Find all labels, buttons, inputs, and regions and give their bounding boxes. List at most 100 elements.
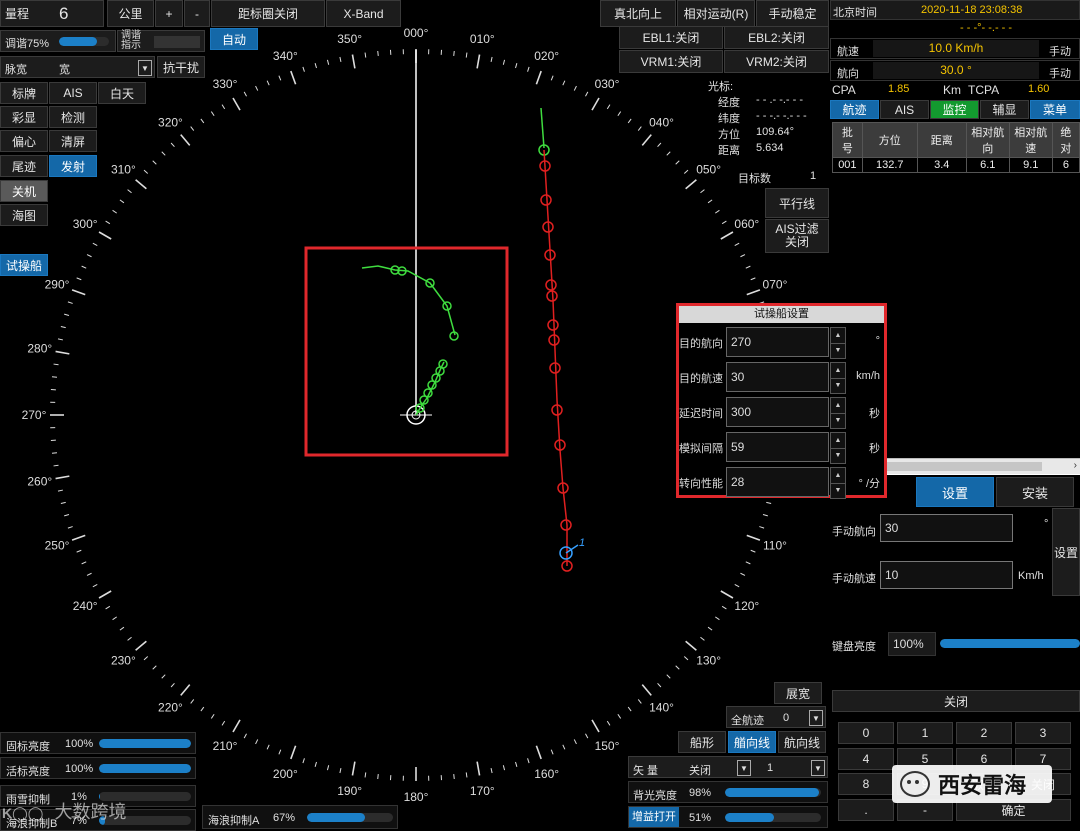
- chevron-up-icon[interactable]: ▲: [831, 328, 845, 344]
- sea-suppress-a-control[interactable]: 海浪抑制A 67%: [202, 805, 398, 829]
- active-brightness-control[interactable]: 活标亮度 100%: [0, 757, 196, 779]
- chevron-down-icon[interactable]: ▼: [831, 449, 845, 464]
- detect-button[interactable]: 检测: [49, 106, 97, 128]
- parallel-line-button[interactable]: 平行线: [765, 188, 829, 218]
- set-manual-button[interactable]: 设置: [1052, 508, 1080, 596]
- gain-control[interactable]: 增益打开 51%: [628, 806, 828, 828]
- chevron-right-icon[interactable]: ›: [1074, 460, 1077, 471]
- delay-time-spinner[interactable]: ▲ ▼: [830, 397, 846, 429]
- band-button[interactable]: X-Band: [326, 0, 401, 27]
- vector-select[interactable]: 矢 量 关闭 ▼ 1 ▼: [628, 756, 828, 778]
- fixed-brightness-control[interactable]: 固标亮度 100%: [0, 732, 196, 754]
- chevron-down-icon[interactable]: ▼: [811, 760, 825, 776]
- dialog-row-delay-time: 延迟时间 300 ▲ ▼ 秒: [679, 396, 884, 429]
- key-0[interactable]: 0: [838, 722, 894, 744]
- target-speed-spinner[interactable]: ▲ ▼: [830, 362, 846, 394]
- unit-button[interactable]: 公里: [107, 0, 154, 27]
- key-8[interactable]: 8: [838, 773, 894, 795]
- delay-time-input[interactable]: 300: [726, 397, 829, 427]
- anti-clutter-button[interactable]: 抗干扰: [157, 56, 205, 78]
- ais-filter-button[interactable]: AIS过滤 关闭: [765, 219, 829, 253]
- keyboard-brightness-bar[interactable]: [940, 639, 1080, 648]
- gain-button[interactable]: 增益打开: [629, 807, 679, 827]
- transmit-button[interactable]: 发射: [49, 155, 97, 177]
- chevron-down-icon[interactable]: ▼: [737, 760, 751, 776]
- chevron-up-icon[interactable]: ▲: [831, 433, 845, 449]
- chevron-down-icon[interactable]: ▼: [831, 379, 845, 394]
- turn-rate-input[interactable]: 28: [726, 467, 829, 497]
- close-button[interactable]: 关闭: [832, 690, 1080, 712]
- tab-track[interactable]: 航迹: [830, 100, 879, 119]
- bearing-label: 190°: [337, 784, 362, 798]
- chevron-down-icon[interactable]: ▼: [831, 344, 845, 359]
- manual-course-input[interactable]: 30: [880, 514, 1013, 542]
- sim-interval-input[interactable]: 59: [726, 432, 829, 462]
- chevron-up-icon[interactable]: ▲: [831, 398, 845, 414]
- vrm2-button[interactable]: VRM2:关闭: [724, 50, 829, 73]
- target-course-spinner[interactable]: ▲ ▼: [830, 327, 846, 359]
- sim-interval-spinner[interactable]: ▲ ▼: [830, 432, 846, 464]
- bearing-tick: [490, 56, 493, 62]
- chevron-up-icon[interactable]: ▲: [831, 363, 845, 379]
- bearing-tick: [170, 682, 175, 688]
- trail-button[interactable]: 尾迹: [0, 155, 48, 177]
- course-line-button[interactable]: 航向线: [778, 731, 826, 753]
- expand-button[interactable]: 展宽: [774, 682, 822, 704]
- relative-motion-button[interactable]: 相对运动(R): [677, 0, 755, 27]
- ebl2-button[interactable]: EBL2:关闭: [724, 26, 829, 49]
- bearing-tick: [255, 85, 259, 91]
- ship-shape-button[interactable]: 船形: [678, 731, 726, 753]
- bearing-tick: [476, 54, 481, 69]
- heading-line-button[interactable]: 艏向线: [728, 731, 776, 753]
- key-3[interactable]: 3: [1015, 722, 1071, 744]
- offcenter-button[interactable]: 偏心: [0, 130, 48, 152]
- key-1[interactable]: 1: [897, 722, 953, 744]
- vrm1-button[interactable]: VRM1:关闭: [619, 50, 723, 73]
- chevron-up-icon[interactable]: ▲: [831, 468, 845, 484]
- chevron-down-icon[interactable]: ▼: [138, 60, 152, 76]
- ais-button[interactable]: AIS: [49, 82, 97, 104]
- north-up-button[interactable]: 真北向上: [600, 0, 676, 27]
- full-track-select[interactable]: 全航迹 0 ▼: [726, 706, 826, 728]
- tab-monitor[interactable]: 监控: [930, 100, 979, 119]
- day-button[interactable]: 白天: [98, 82, 146, 104]
- manual-speed-input[interactable]: 10: [880, 561, 1013, 589]
- set-button[interactable]: 设置: [916, 477, 994, 507]
- range-minus-button[interactable]: -: [184, 0, 210, 27]
- clear-screen-button[interactable]: 清屏: [49, 130, 97, 152]
- ebl1-button[interactable]: EBL1:关闭: [619, 26, 723, 49]
- range-ring-button[interactable]: 距标圈关闭: [211, 0, 325, 27]
- trial-maneuver-button[interactable]: 试操船: [0, 254, 48, 276]
- key-dot[interactable]: .: [838, 799, 894, 821]
- tuning-control[interactable]: 调谐75%: [0, 30, 116, 52]
- chevron-down-icon[interactable]: ▼: [831, 484, 845, 499]
- chevron-down-icon[interactable]: ▼: [809, 710, 823, 726]
- fixed-brightness-value: 100%: [65, 738, 94, 750]
- target-speed-input[interactable]: 30: [726, 362, 829, 392]
- table-row[interactable]: 001 132.7 3.4 6.1 9.1 6: [832, 157, 1080, 173]
- bearing-tick: [766, 501, 772, 505]
- bearing-tick: [606, 104, 611, 110]
- bearing-tick: [190, 699, 195, 704]
- tab-aux[interactable]: 辅显: [980, 100, 1029, 119]
- auto-button[interactable]: 自动: [210, 28, 258, 50]
- chart-button[interactable]: 海图: [0, 204, 48, 226]
- pulse-width-select[interactable]: 脉宽 宽 ▼: [0, 56, 155, 78]
- time-row: 北京时间 2020-11-18 23:08:38: [830, 0, 1080, 20]
- bearing-tick: [98, 231, 112, 240]
- tab-menu[interactable]: 菜单: [1030, 100, 1080, 119]
- label-button[interactable]: 标牌: [0, 82, 48, 104]
- key-4[interactable]: 4: [838, 748, 894, 770]
- shutdown-button[interactable]: 关机: [0, 180, 48, 202]
- tab-ais[interactable]: AIS: [880, 100, 929, 119]
- target-course-input[interactable]: 270: [726, 327, 829, 357]
- turn-rate-spinner[interactable]: ▲ ▼: [830, 467, 846, 499]
- install-button[interactable]: 安装: [996, 477, 1074, 507]
- key-2[interactable]: 2: [956, 722, 1012, 744]
- chevron-down-icon[interactable]: ▼: [831, 414, 845, 429]
- backlight-control[interactable]: 背光亮度 98%: [628, 781, 828, 803]
- color-button[interactable]: 彩显: [0, 106, 48, 128]
- bearing-tick: [617, 714, 622, 719]
- manual-stabilize-button[interactable]: 手动稳定: [756, 0, 829, 27]
- range-plus-button[interactable]: +: [155, 0, 183, 27]
